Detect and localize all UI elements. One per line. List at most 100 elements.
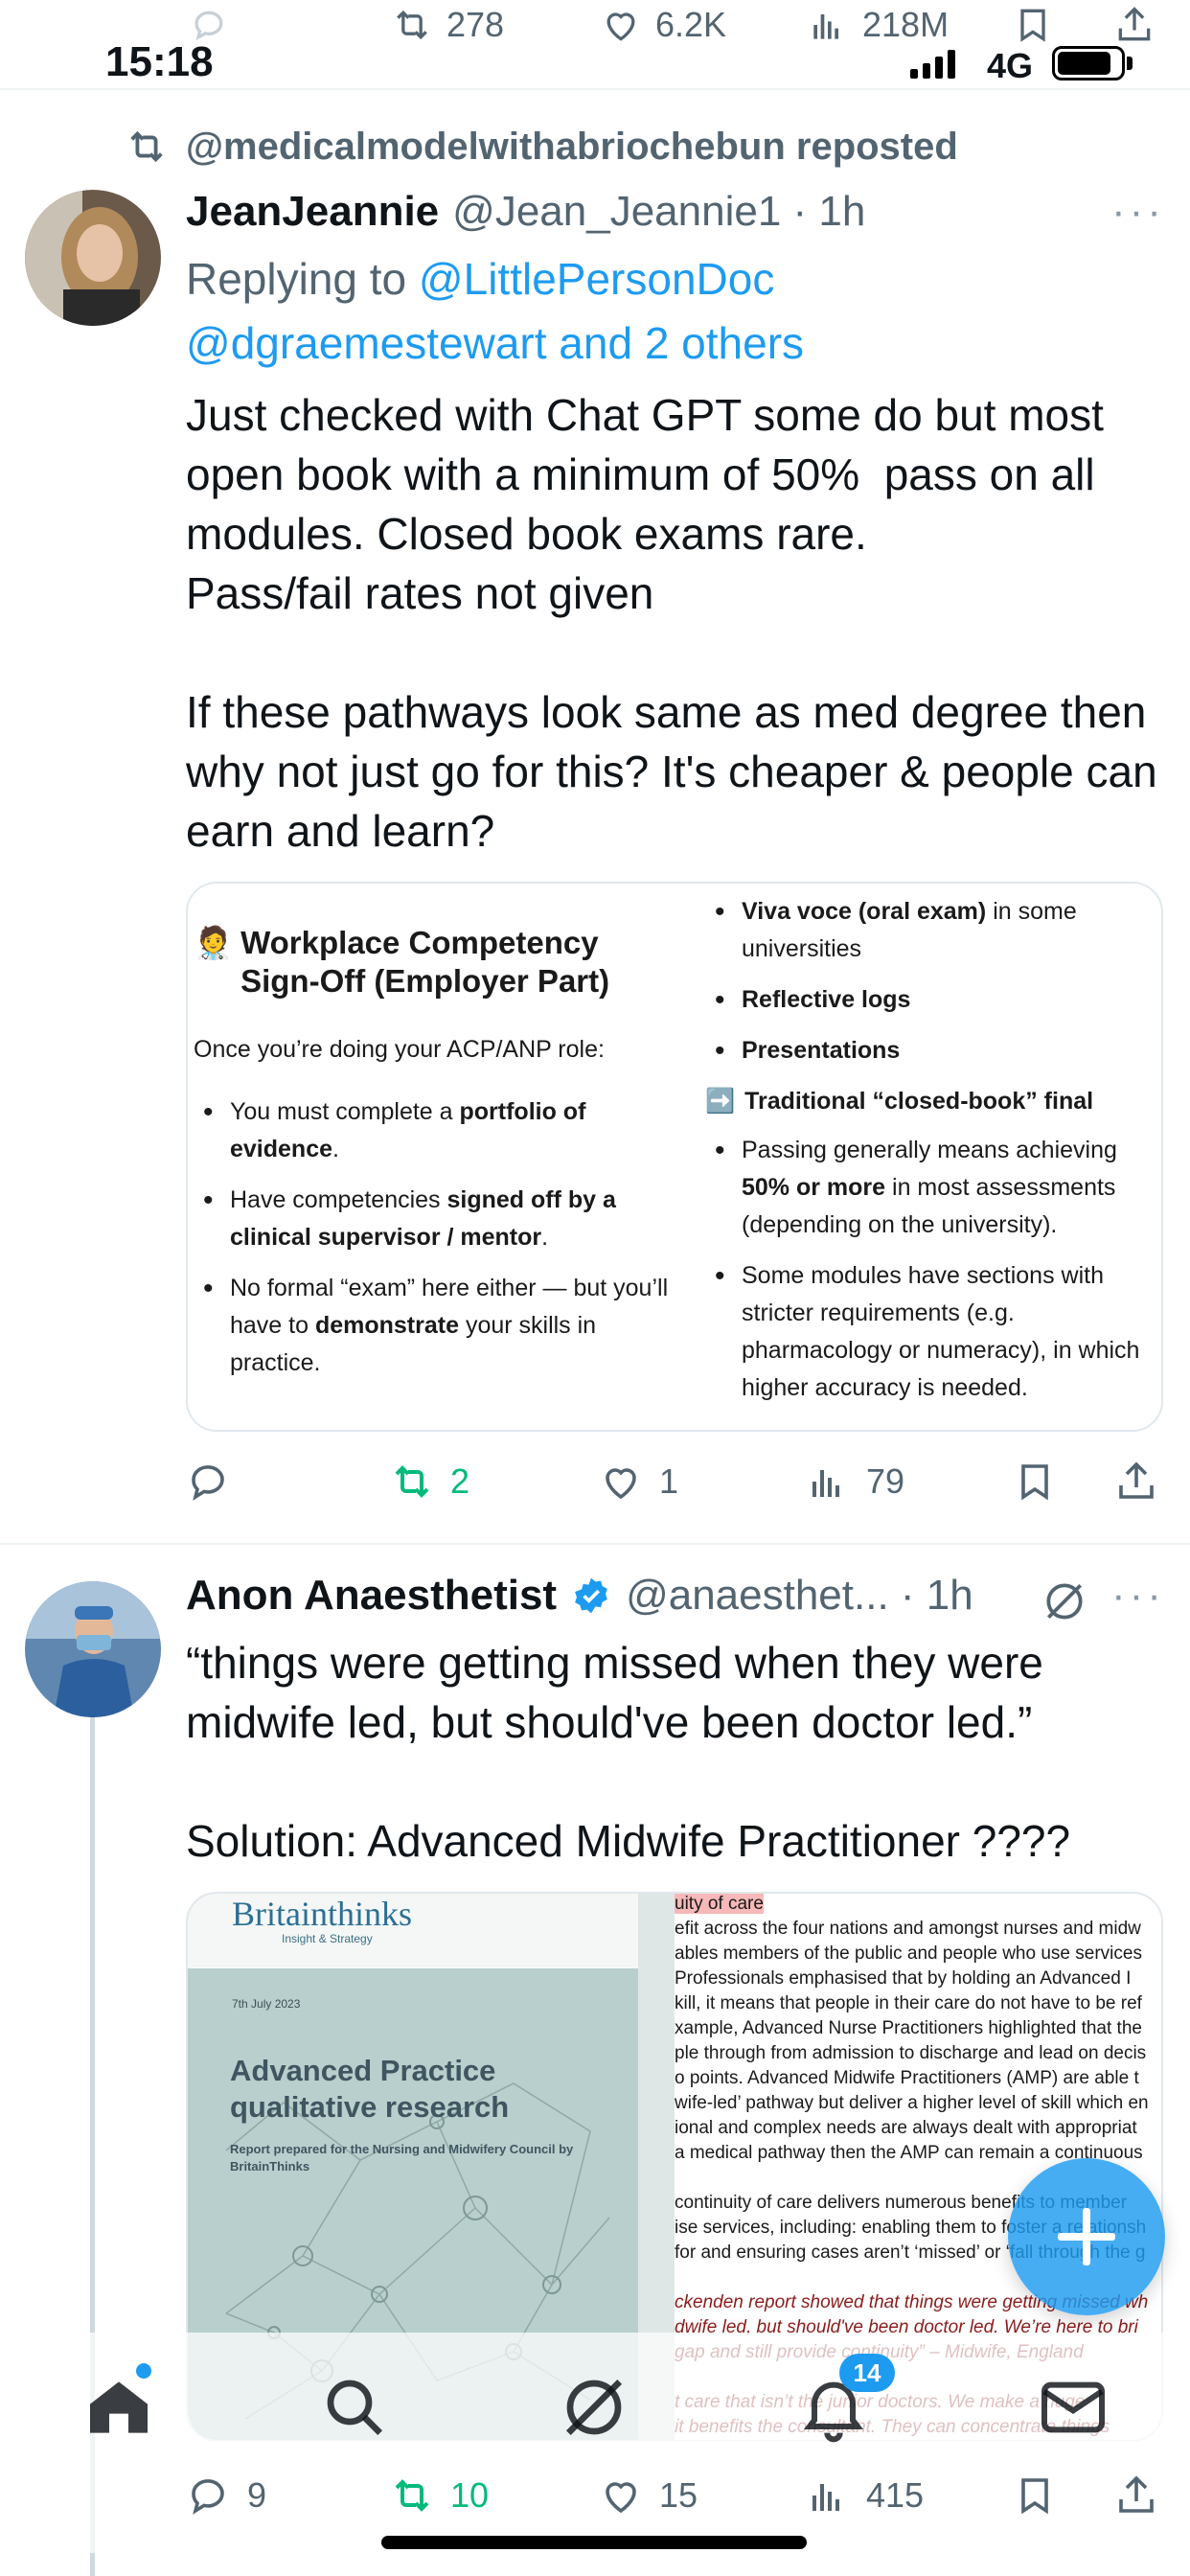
report-subtitle: Report prepared for the Nursing and Midw…	[230, 2142, 574, 2174]
views-count: 79	[866, 1461, 905, 1501]
heart-icon	[606, 2482, 636, 2514]
reply-button[interactable]: 9	[186, 2467, 266, 2524]
report-line: ional and complex needs are always dealt…	[675, 2118, 1137, 2138]
views-icon	[812, 2484, 839, 2511]
tweet-header: JeanJeannie @Jean_Jeannie1 · 1h	[186, 188, 865, 236]
status-time: 15:18	[105, 38, 214, 85]
compose-button[interactable]	[1008, 2158, 1165, 2315]
tweet-text: “things were getting missed when they we…	[186, 1638, 1071, 1866]
search-icon	[327, 2380, 383, 2436]
repost-button[interactable]: 10	[389, 2467, 489, 2524]
nav-home[interactable]	[80, 2369, 157, 2446]
share-button[interactable]	[1113, 1453, 1159, 1510]
views-icon	[812, 1470, 839, 1497]
card-intro: Once you’re doing your ACP/ANP role:	[194, 1036, 605, 1063]
views-count: 415	[866, 2475, 925, 2515]
nav-search[interactable]	[316, 2369, 393, 2446]
display-name[interactable]: Anon Anaesthetist	[186, 1572, 557, 1620]
divider	[0, 88, 1190, 90]
home-indicator	[381, 2536, 807, 2549]
home-unread-dot	[136, 2363, 151, 2379]
replying-to: Replying to @LittlePersonDoc @dgraemeste…	[186, 247, 1144, 376]
display-name[interactable]: JeanJeannie	[186, 188, 439, 236]
like-button[interactable]: 1	[598, 1453, 678, 1510]
grok-icon[interactable]	[1041, 1577, 1088, 1625]
list-item: Presentations	[705, 1032, 1156, 1070]
tweet-actions: 9 10 15 415	[186, 2467, 1154, 2524]
card-right-top-bullets: Viva voce (oral exam) in some universiti…	[705, 893, 1156, 1070]
avatar[interactable]	[25, 190, 161, 326]
repost-button[interactable]: 2	[389, 1453, 469, 1510]
list-item: Have competencies signed off by a clinic…	[194, 1182, 673, 1256]
card-right-column: Viva voce (oral exam) in some universiti…	[705, 893, 1156, 1420]
bookmark-button[interactable]	[1012, 2467, 1058, 2524]
report-line: efit across the four nations and amongst…	[675, 1919, 1141, 1939]
repost-context[interactable]: @medicalmodelwithabriochebun reposted	[125, 125, 958, 169]
reply-icon	[192, 2479, 224, 2515]
reply-count: 9	[247, 2475, 267, 2515]
bookmark-icon	[1021, 1464, 1048, 1501]
repost-icon	[395, 2479, 429, 2512]
reply-user-link[interactable]: @LittlePersonDoc	[419, 254, 774, 304]
messages-icon	[1041, 2381, 1105, 2433]
share-icon	[1119, 2475, 1154, 2513]
report-line: Professionals emphasised that by holding…	[675, 1968, 1132, 1989]
card-right-bullets: Passing generally means achieving 50% or…	[705, 1132, 1156, 1407]
home-icon	[90, 2381, 148, 2433]
verified-badge-icon	[575, 1577, 607, 1614]
share-icon	[1119, 1461, 1154, 1499]
signal-icon	[910, 48, 955, 79]
battery-icon	[1052, 46, 1125, 80]
reply-prefix: Replying to	[186, 254, 407, 304]
handle-time[interactable]: @Jean_Jeannie1 · 1h	[452, 188, 865, 236]
heart-icon	[606, 1468, 636, 1500]
reply-icon	[192, 1465, 224, 1501]
card-heading-text: Workplace Competency Sign-Off (Employer …	[240, 925, 610, 999]
card-heading: 🧑‍⚕️ Workplace Competency Sign-Off (Empl…	[194, 924, 673, 1000]
report-line: wife-led’ pathway but deliver a higher l…	[675, 2093, 1149, 2113]
report-logo: Britainthinks	[232, 1895, 412, 1933]
avatar-image	[25, 190, 161, 326]
card-right-heading: ➡️ Traditional “closed-book” final	[705, 1083, 1156, 1120]
reply-users-link[interactable]: @dgraemestewart and 2 others	[186, 318, 804, 368]
report-line: kill, it means that people in their care…	[675, 1993, 1142, 2013]
report-line: uity of care	[675, 1894, 764, 1914]
list-item: No formal “exam” here either — but you’l…	[194, 1270, 673, 1382]
tweet-text: Just checked with Chat GPT some do but m…	[186, 390, 1157, 856]
share-button[interactable]	[1113, 2467, 1159, 2524]
repost-count: 2	[450, 1461, 470, 1501]
network-type: 4G	[987, 46, 1034, 85]
list-item: Passing generally means achieving 50% or…	[705, 1132, 1156, 1244]
divider	[0, 1543, 1190, 1545]
views-button[interactable]: 79	[805, 1453, 904, 1510]
avatar-image	[25, 1581, 161, 1717]
tweet-header: Anon Anaesthetist @anaesthet... · 1h	[186, 1572, 973, 1620]
tweet-actions: 2 1 79	[186, 1453, 1154, 1510]
status-bar: 15:18 4G	[0, 0, 1190, 88]
nav-messages[interactable]	[1035, 2369, 1111, 2446]
bookmark-button[interactable]	[1012, 1453, 1058, 1510]
repost-count: 10	[450, 2475, 490, 2515]
list-item: You must complete a portfolio of evidenc…	[194, 1093, 673, 1168]
tweet-image[interactable]: 🧑‍⚕️ Workplace Competency Sign-Off (Empl…	[186, 882, 1163, 1432]
list-item: Reflective logs	[705, 981, 1156, 1019]
handle-time[interactable]: @anaesthet... · 1h	[626, 1572, 973, 1620]
avatar[interactable]	[25, 1581, 161, 1717]
more-options-icon[interactable]: ···	[1111, 1572, 1165, 1620]
nav-grok[interactable]	[556, 2369, 632, 2446]
bookmark-icon	[1021, 2478, 1048, 2515]
health-worker-icon: 🧑‍⚕️	[194, 925, 234, 960]
views-button[interactable]: 415	[805, 2467, 924, 2524]
more-options-icon[interactable]: ···	[1111, 188, 1165, 236]
report-header: Britainthinks Insight & Strategy	[188, 1894, 638, 1968]
reply-button[interactable]	[186, 1453, 232, 1510]
repost-icon	[130, 130, 163, 163]
report-line: ables members of the public and people w…	[675, 1944, 1142, 1964]
like-button[interactable]: 15	[598, 2467, 698, 2524]
like-count: 1	[659, 1461, 679, 1501]
report-line: ple through from admission to discharge …	[675, 2043, 1147, 2063]
card-left-bullets: You must complete a portfolio of evidenc…	[194, 1093, 673, 1382]
arrow-right-icon: ➡️	[705, 1088, 736, 1115]
like-count: 15	[659, 2475, 698, 2515]
list-item: Some modules have sections with stricter…	[705, 1257, 1156, 1407]
